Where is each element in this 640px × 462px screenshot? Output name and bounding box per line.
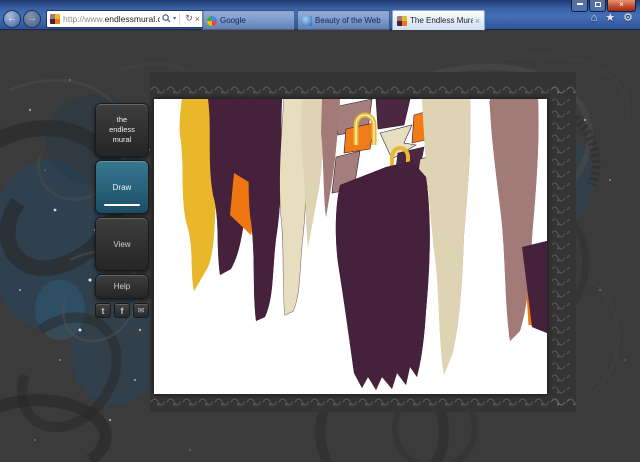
twitter-icon[interactable]: t [95, 303, 111, 318]
search-dropdown-icon[interactable]: ▾ [173, 15, 176, 22]
browser-chrome: × ← → http://www.endlessmural.com/ ▾ ↻ ×… [0, 0, 640, 30]
back-button[interactable]: ← [3, 10, 21, 28]
logo-line: mural [113, 135, 132, 145]
forward-button[interactable]: → [23, 10, 41, 28]
stop-icon[interactable]: × [195, 14, 200, 24]
google-favicon [207, 16, 217, 26]
endless-mural-favicon [397, 16, 407, 26]
site-logo[interactable]: the endless mural [95, 103, 149, 157]
tab-beauty-of-the-web[interactable]: Beauty of the Web [297, 10, 390, 30]
favorites-star-icon[interactable]: ★ [605, 11, 615, 24]
tab-label: Google [220, 16, 290, 25]
help-button[interactable]: Help [95, 274, 149, 299]
url-prefix: http://www. [63, 14, 105, 24]
site-favicon [50, 14, 60, 24]
facebook-icon[interactable]: f [114, 303, 130, 318]
command-icons: ⌂ ★ ⚙ [591, 11, 633, 24]
tab-bar: Google Beauty of the Web The Endless Mur… [202, 9, 487, 30]
mural-artwork [154, 99, 547, 394]
address-divider [179, 13, 180, 25]
tab-the-endless-mural[interactable]: The Endless Mural × [392, 10, 485, 30]
page-content: the endless mural Draw View Help t f ✉ [0, 30, 640, 462]
tab-google[interactable]: Google [202, 10, 295, 30]
draw-button[interactable]: Draw [95, 160, 149, 214]
sidebar: the endless mural Draw View Help t f ✉ [95, 103, 149, 318]
drawing-canvas[interactable] [154, 99, 547, 394]
tab-close-icon[interactable]: × [473, 16, 480, 26]
draw-button-label: Draw [113, 183, 132, 192]
logo-line: endless [109, 125, 135, 135]
social-buttons: t f ✉ [95, 303, 149, 318]
tab-label: The Endless Mural [410, 16, 473, 25]
refresh-icon[interactable]: ↻ [185, 13, 193, 24]
help-button-label: Help [114, 282, 130, 291]
home-icon[interactable]: ⌂ [591, 12, 598, 24]
navigation-bar: ← → http://www.endlessmural.com/ ▾ ↻ × [3, 8, 207, 29]
search-icon[interactable] [162, 14, 171, 23]
settings-gear-icon[interactable]: ⚙ [623, 11, 633, 24]
browser-window: × ← → http://www.endlessmural.com/ ▾ ↻ ×… [0, 0, 640, 462]
url-text: http://www.endlessmural.com/ [63, 14, 160, 24]
email-icon[interactable]: ✉ [133, 303, 149, 318]
url-domain: endlessmural.com [105, 14, 161, 24]
minimize-button[interactable] [571, 0, 588, 12]
tab-label: Beauty of the Web [315, 16, 385, 25]
view-button[interactable]: View [95, 217, 149, 271]
logo-line: the [117, 115, 127, 125]
view-button-label: View [113, 240, 130, 249]
beauty-of-the-web-favicon [302, 16, 312, 26]
draw-active-indicator [104, 204, 140, 206]
address-bar[interactable]: http://www.endlessmural.com/ ▾ ↻ × [46, 10, 204, 28]
